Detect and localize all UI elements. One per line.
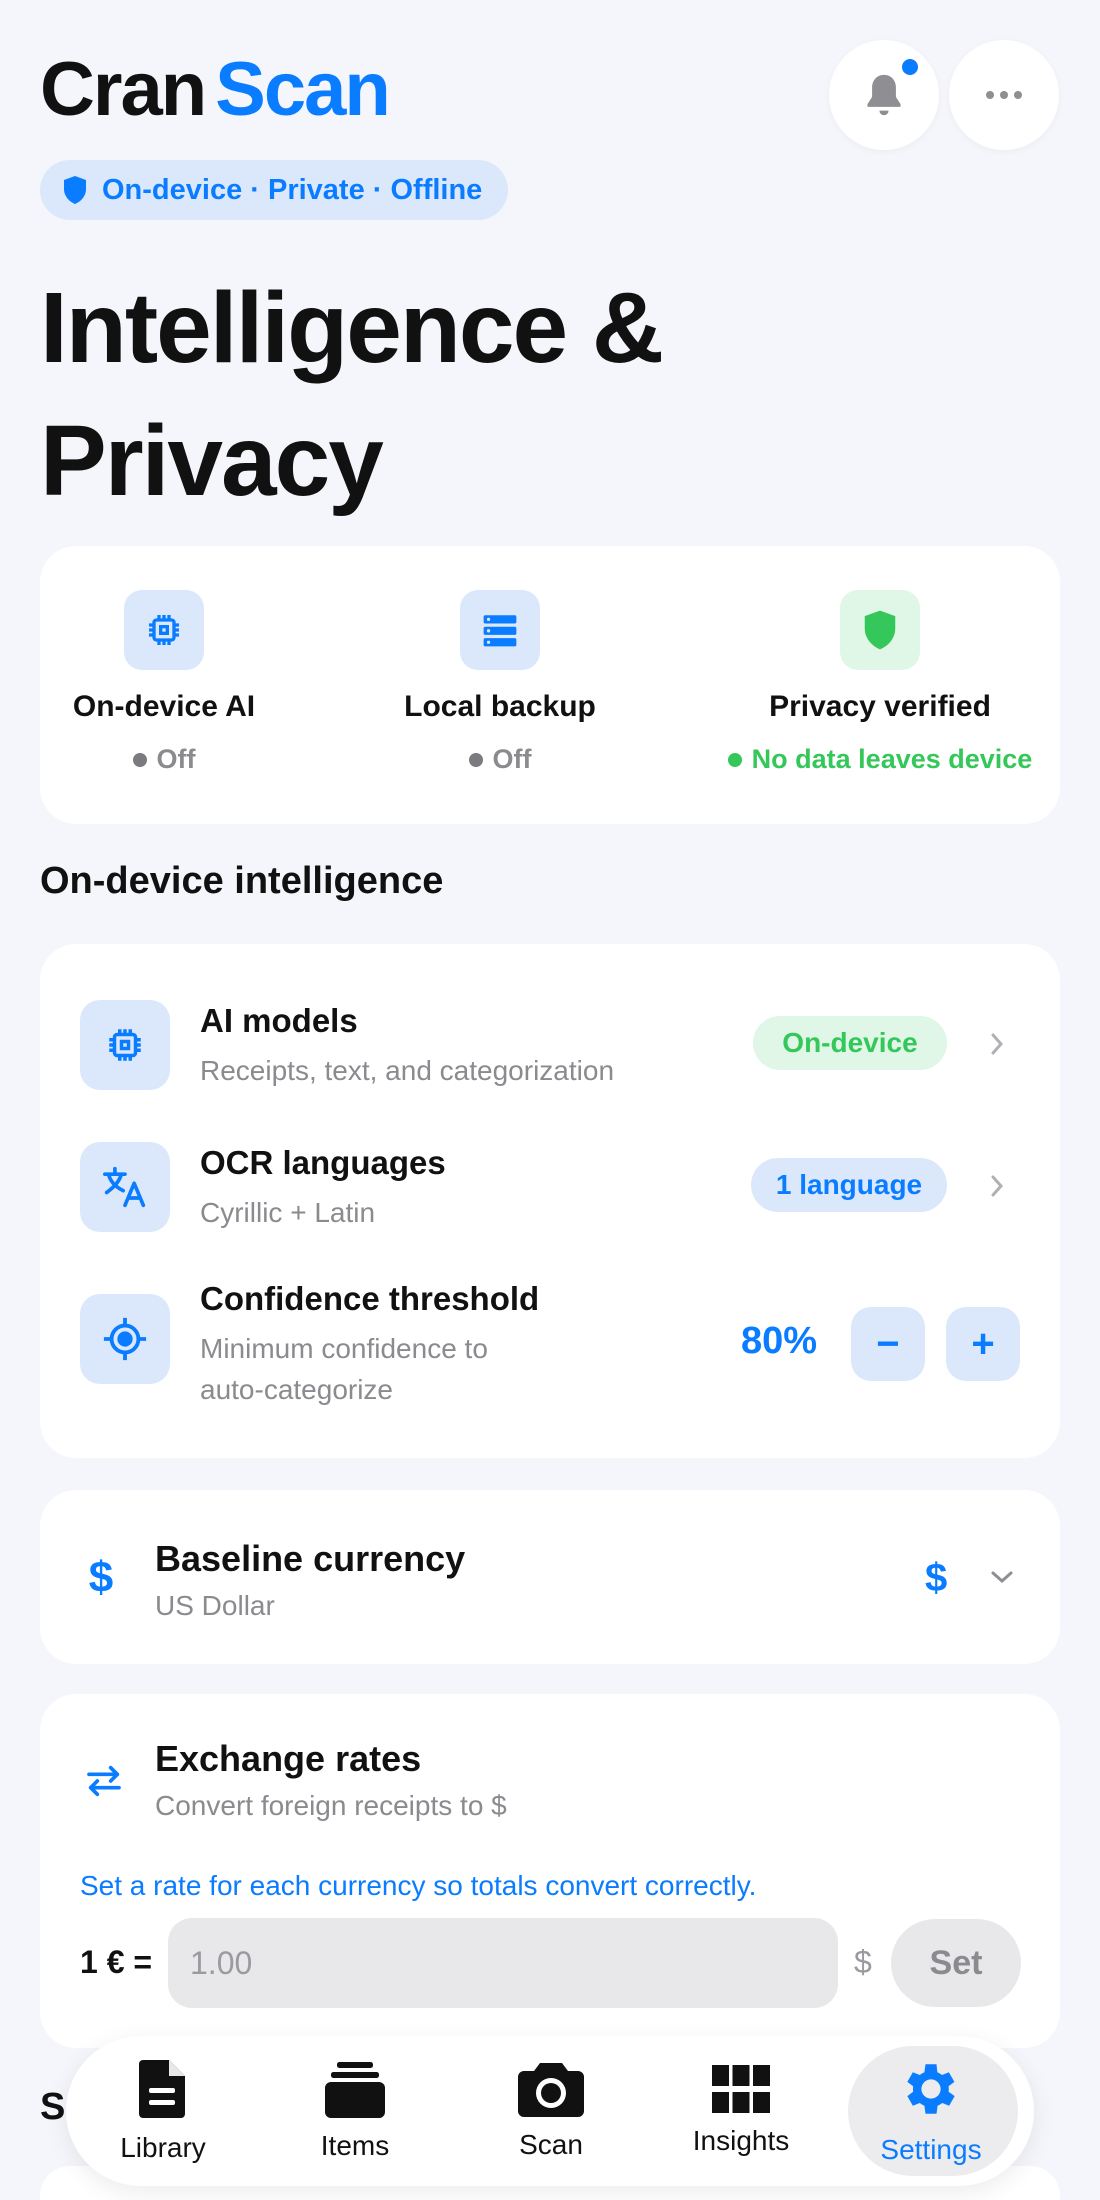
- chip-icon: [80, 1000, 170, 1090]
- row-title: Confidence threshold: [200, 1280, 540, 1317]
- more-icon: [986, 91, 1022, 99]
- status-local-backup: Local backup Off: [390, 590, 610, 775]
- notification-dot: [899, 56, 921, 78]
- tab-label: Library: [120, 2132, 206, 2163]
- dollar-icon: $: [89, 1554, 113, 1600]
- status-privacy-verified: Privacy verified No data leaves device: [720, 590, 1040, 775]
- shield-icon: [64, 176, 86, 204]
- exchange-hint: Set a rate for each currency so totals c…: [80, 1870, 757, 1901]
- rate-input[interactable]: [168, 1918, 838, 2008]
- row-title: OCR languages: [200, 1144, 446, 1181]
- row-title: AI models: [200, 1002, 358, 1039]
- tab-insights[interactable]: Insights: [646, 2036, 836, 2186]
- status-label: On-device AI: [72, 690, 256, 723]
- app-logo: Cran Scan: [40, 52, 391, 128]
- tab-label: Settings: [880, 2134, 982, 2165]
- more-button[interactable]: [949, 40, 1059, 150]
- confidence-value: 80%: [741, 1320, 818, 1362]
- status-dot: [468, 752, 483, 767]
- status-value: Off: [468, 744, 531, 775]
- svg-text:$: $: [89, 1554, 113, 1600]
- row-subtitle: Receipts, text, and categorization: [200, 1055, 615, 1086]
- currency-title: Baseline currency: [155, 1538, 466, 1579]
- tab-settings[interactable]: Settings: [836, 2036, 1026, 2186]
- rate-label: 1 € =: [80, 1944, 153, 1980]
- tab-label: Insights: [692, 2125, 790, 2156]
- camera-icon: [518, 2063, 584, 2117]
- bell-icon: [867, 74, 901, 116]
- privacy-pill-text: On-device · Private · Offline: [102, 173, 483, 206]
- status-label: Local backup: [404, 690, 596, 723]
- status-value: No data leaves device: [727, 744, 1032, 775]
- status-dot: [132, 752, 147, 767]
- document-icon: [139, 2060, 185, 2118]
- tab-bar: Library Items Scan Insights Settings: [66, 2036, 1034, 2186]
- tab-library[interactable]: Library: [68, 2036, 258, 2186]
- grid-icon: [712, 2065, 770, 2113]
- target-icon: [80, 1294, 170, 1384]
- exchange-title: Exchange rates: [155, 1738, 422, 1779]
- row-subtitle: Minimum confidence to auto-categorize: [200, 1333, 488, 1405]
- status-card: On-device AI Off Local backup Off Privac…: [40, 546, 1060, 824]
- notifications-button[interactable]: [829, 40, 939, 150]
- currency-subtitle: US Dollar: [155, 1590, 275, 1621]
- storage-icon: [460, 590, 540, 670]
- on-device-badge: On-device: [753, 1016, 947, 1070]
- currency-symbol: $: [925, 1556, 948, 1600]
- exchange-subtitle: Convert foreign receipts to $: [155, 1790, 507, 1821]
- swap-icon: [87, 1765, 121, 1797]
- status-on-device-ai: On-device AI Off: [54, 590, 274, 775]
- language-count-badge: 1 language: [751, 1158, 947, 1212]
- status-dot: [727, 752, 742, 767]
- shield-icon: [840, 590, 920, 670]
- chip-icon: [124, 590, 204, 670]
- stack-icon: [325, 2062, 385, 2118]
- chevron-right-icon: [991, 1175, 1004, 1197]
- increase-button[interactable]: +: [946, 1307, 1020, 1381]
- status-label: Privacy verified: [769, 690, 991, 723]
- gear-icon: [907, 2064, 955, 2114]
- translate-icon: [80, 1142, 170, 1232]
- tab-label: Items: [320, 2130, 390, 2161]
- status-value: Off: [132, 744, 195, 775]
- intelligence-card: AI models Receipts, text, and categoriza…: [40, 944, 1060, 1458]
- set-rate-button[interactable]: Set: [891, 1919, 1021, 2007]
- row-subtitle: Cyrillic + Latin: [200, 1197, 376, 1228]
- baseline-currency-card[interactable]: $ Baseline currency US Dollar $: [40, 1490, 1060, 1664]
- brand-part1: Cran: [40, 47, 207, 132]
- tab-scan[interactable]: Scan: [456, 2036, 646, 2186]
- rate-currency-symbol: $: [854, 1944, 872, 1980]
- exchange-rates-card: Exchange rates Convert foreign receipts …: [40, 1694, 1060, 2048]
- tab-items[interactable]: Items: [260, 2036, 450, 2186]
- page-title: Intelligence & Privacy: [40, 272, 664, 517]
- section-title: On-device intelligence: [40, 860, 444, 902]
- privacy-pill: On-device · Private · Offline: [40, 160, 509, 220]
- brand-part2: Scan: [215, 47, 391, 132]
- settings-page: Cran Scan On-device · Private · Offline I…: [0, 0, 1100, 2200]
- chevron-right-icon: [991, 1033, 1004, 1055]
- decrease-button[interactable]: −: [851, 1307, 925, 1381]
- next-section-title: S: [40, 2086, 66, 2128]
- tab-label: Scan: [519, 2129, 583, 2160]
- chevron-down-icon: [991, 1571, 1013, 1584]
